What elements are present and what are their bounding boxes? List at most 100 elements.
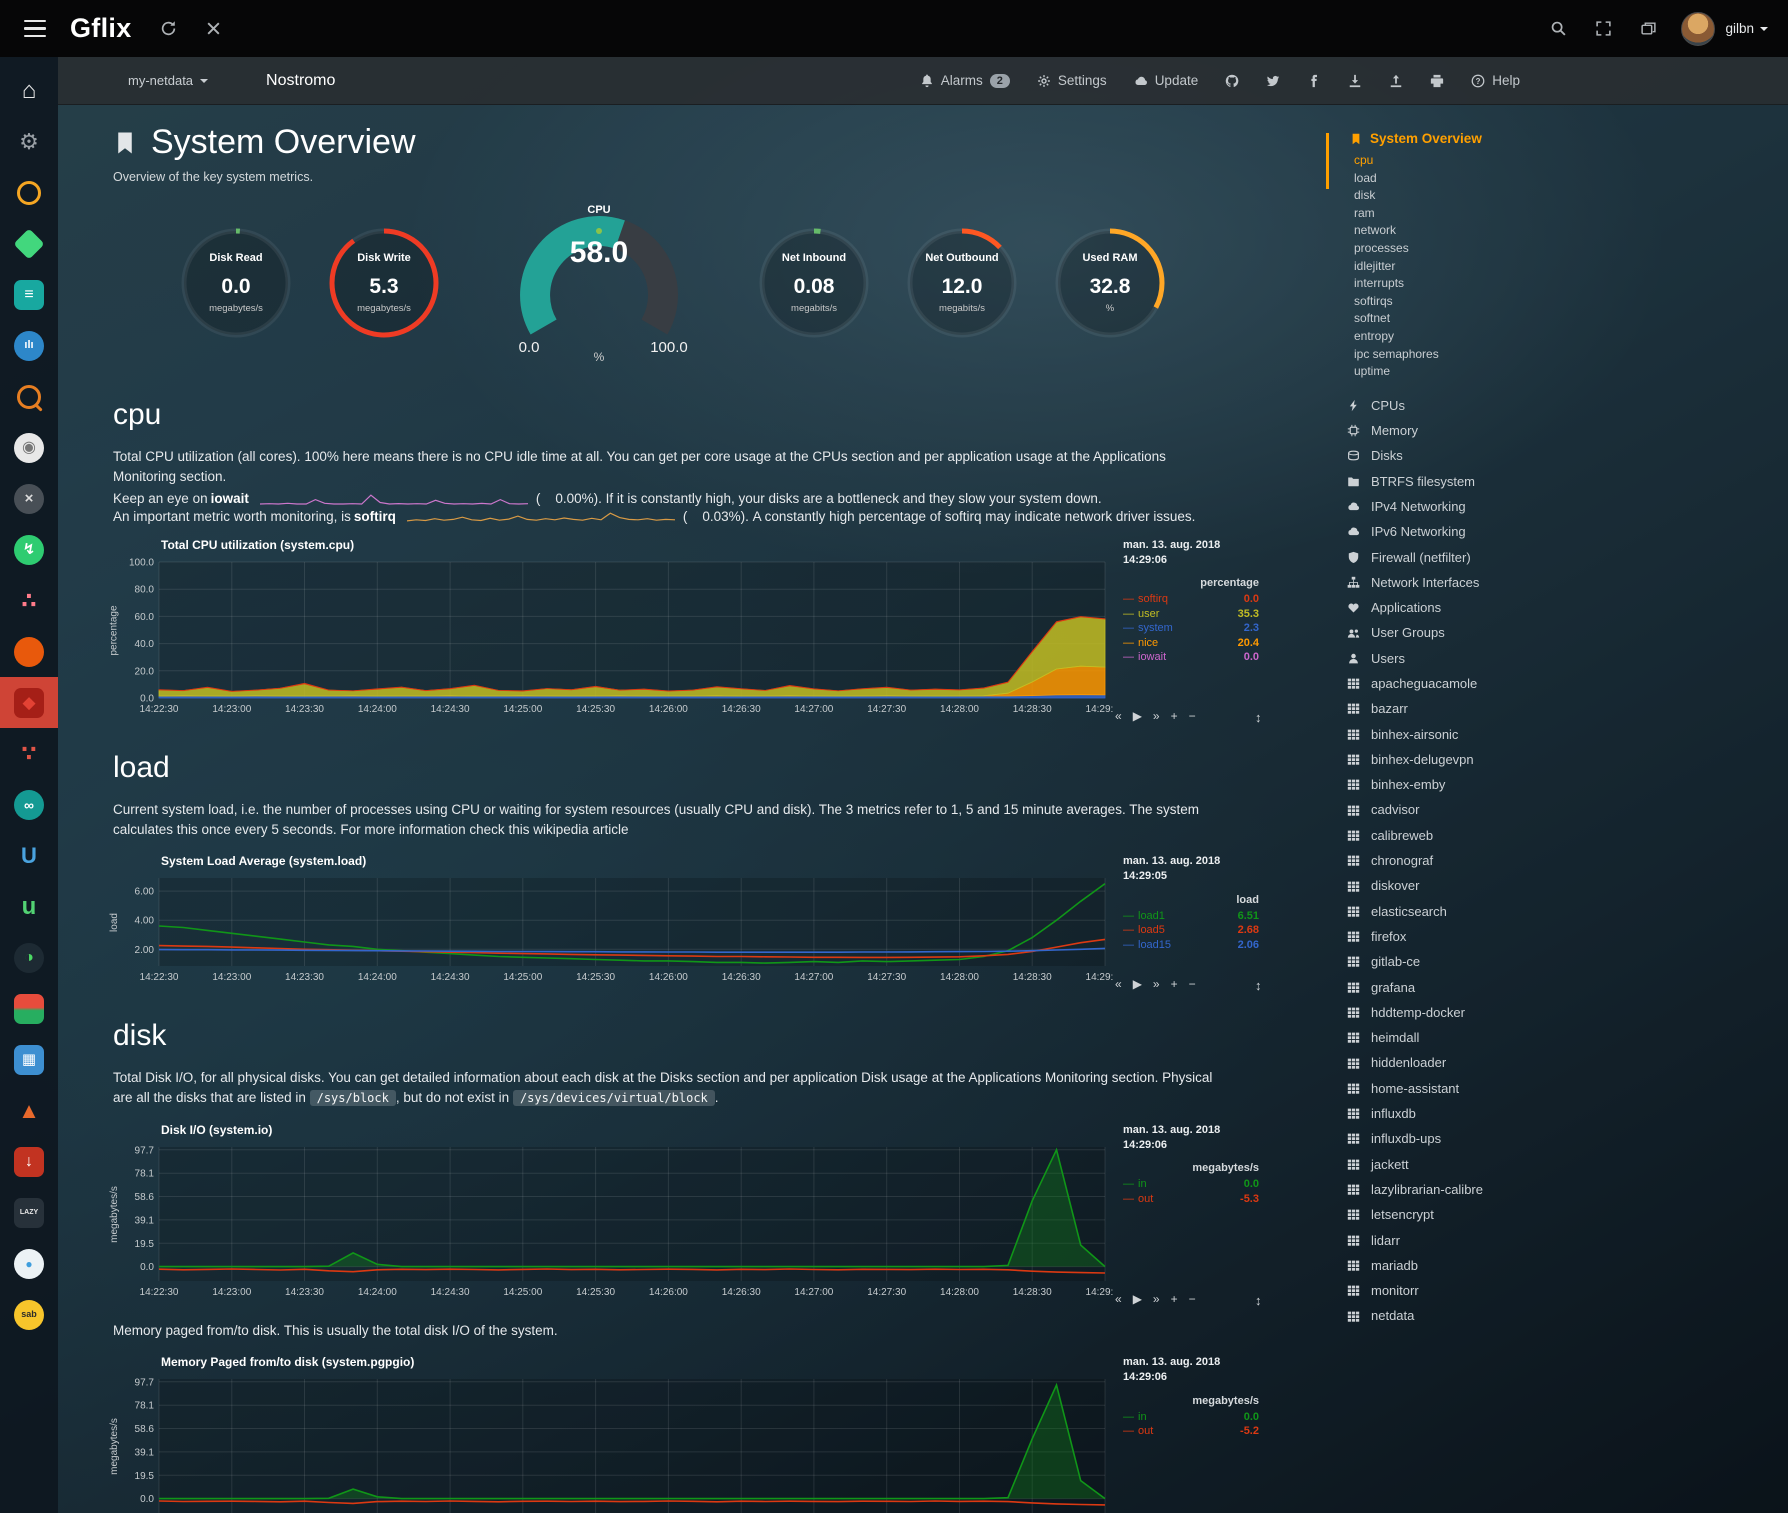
sidebar-app-lazylibrarian-calibre[interactable]: lazylibrarian-calibre — [1346, 1177, 1588, 1202]
sidebar-section-firewall-netfilter-[interactable]: Firewall (netfilter) — [1346, 545, 1588, 570]
sidebar-app-influxdb[interactable]: influxdb — [1346, 1101, 1588, 1126]
sidebar-app-app-19[interactable] — [0, 983, 58, 1034]
sidebar-app-apacheguacamole[interactable]: apacheguacamole — [1346, 671, 1588, 696]
chart-resize-handle[interactable]: ↕ — [1255, 978, 1262, 993]
sidebar-app-app-20[interactable]: ▦ — [0, 1034, 58, 1085]
sidebar-link-network[interactable]: network — [1354, 222, 1588, 240]
sidebar-app-chronograf[interactable]: chronograf — [1346, 848, 1588, 873]
tabs-icon[interactable] — [1640, 20, 1657, 37]
sidebar-section-users[interactable]: Users — [1346, 646, 1588, 671]
sidebar-link-softirqs[interactable]: softirqs — [1354, 293, 1588, 311]
sidebar-app-app-17[interactable]: u — [0, 881, 58, 932]
sidebar-section-network-interfaces[interactable]: Network Interfaces — [1346, 570, 1588, 595]
sidebar-app-binhex-airsonic[interactable]: binhex-airsonic — [1346, 722, 1588, 747]
sidebar-link-uptime[interactable]: uptime — [1354, 363, 1588, 381]
sidebar-app-app-25[interactable]: sab — [0, 1289, 58, 1340]
sidebar-app-netdata[interactable]: netdata — [1346, 1303, 1588, 1328]
legend-item-load1[interactable]: —load16.51 — [1123, 909, 1259, 924]
sidebar-section-cpus[interactable]: CPUs — [1346, 393, 1588, 418]
sidebar-app-app-05[interactable]: ≡ — [0, 269, 58, 320]
sidebar-app-grafana[interactable]: grafana — [1346, 975, 1588, 1000]
sidebar-app-app-10[interactable]: ↯ — [0, 524, 58, 575]
sidebar-app-app-16[interactable]: U — [0, 830, 58, 881]
nd-nav-help[interactable]: ?Help — [1471, 73, 1520, 88]
gauge-net-outbound[interactable]: Net Outbound12.0megabits/s — [898, 219, 1026, 352]
sidebar-app-monitorr[interactable]: monitorr — [1346, 1278, 1588, 1303]
sidebar-app-app-11[interactable]: ∴ — [0, 575, 58, 626]
sidebar-app-jackett[interactable]: jackett — [1346, 1152, 1588, 1177]
sidebar-app-mariadb[interactable]: mariadb — [1346, 1253, 1588, 1278]
sidebar-app-calibreweb[interactable]: calibreweb — [1346, 823, 1588, 848]
sidebar-section-ipv6-networking[interactable]: IPv6 Networking — [1346, 519, 1588, 544]
legend-item-system[interactable]: —system2.3 — [1123, 621, 1259, 636]
avatar[interactable] — [1681, 12, 1715, 46]
sidebar-link-disk[interactable]: disk — [1354, 187, 1588, 205]
legend-item-softirq[interactable]: —softirq0.0 — [1123, 592, 1259, 607]
legend-item-iowait[interactable]: —iowait0.0 — [1123, 650, 1259, 665]
user-menu[interactable]: gilbn — [1725, 21, 1768, 36]
sidebar-section-btrfs-filesystem[interactable]: BTRFS filesystem — [1346, 469, 1588, 494]
chart-resize-handle[interactable]: ↕ — [1255, 710, 1262, 725]
chart-resize-handle[interactable]: ↕ — [1255, 1293, 1262, 1308]
sidebar-app-diskover[interactable]: diskover — [1346, 873, 1588, 898]
sidebar-section-applications[interactable]: Applications — [1346, 595, 1588, 620]
sidebar-app-app-24[interactable]: ● — [0, 1238, 58, 1289]
legend-item-nice[interactable]: —nice20.4 — [1123, 636, 1259, 651]
sidebar-section-user-groups[interactable]: User Groups — [1346, 620, 1588, 645]
sidebar-link-idlejitter[interactable]: idlejitter — [1354, 258, 1588, 276]
sidebar-app-app-06[interactable]: ılı — [0, 320, 58, 371]
sidebar-app-firefox[interactable]: firefox — [1346, 924, 1588, 949]
sidebar-app-settings[interactable]: ⚙ — [0, 116, 58, 167]
legend-item-load5[interactable]: —load52.68 — [1123, 923, 1259, 938]
fullscreen-icon[interactable] — [1595, 20, 1612, 37]
sidebar-link-processes[interactable]: processes — [1354, 240, 1588, 258]
sidebar-app-app-13[interactable]: ◆ — [0, 677, 58, 728]
menu-toggle-button[interactable] — [24, 20, 46, 38]
nd-nav-twitter[interactable] — [1266, 74, 1280, 88]
chart-plot[interactable]: 0.019.539.158.678.197.714:22:3014:23:001… — [113, 1139, 1113, 1301]
sidebar-app-elasticsearch[interactable]: elasticsearch — [1346, 899, 1588, 924]
sidebar-app-hiddenloader[interactable]: hiddenloader — [1346, 1050, 1588, 1075]
chart-toolbar[interactable]: «▶»+− — [1115, 1292, 1196, 1306]
legend-item-out[interactable]: —out-5.2 — [1123, 1424, 1259, 1439]
refresh-icon[interactable] — [160, 20, 177, 37]
close-icon[interactable] — [205, 20, 222, 37]
sidebar-app-app-15[interactable]: ∞ — [0, 779, 58, 830]
sidebar-section-disks[interactable]: Disks — [1346, 443, 1588, 468]
sidebar-app-app-22[interactable]: ↓ — [0, 1136, 58, 1187]
sidebar-link-softnet[interactable]: softnet — [1354, 310, 1588, 328]
nd-nav-facebook[interactable] — [1307, 74, 1321, 88]
sidebar-app-cadvisor[interactable]: cadvisor — [1346, 797, 1588, 822]
sidebar-app-lidarr[interactable]: lidarr — [1346, 1228, 1588, 1253]
sidebar-app-bazarr[interactable]: bazarr — [1346, 696, 1588, 721]
sidebar-app-binhex-emby[interactable]: binhex-emby — [1346, 772, 1588, 797]
sidebar-app-app-12[interactable] — [0, 626, 58, 677]
gauge-used-ram[interactable]: Used RAM32.8% — [1046, 219, 1174, 352]
host-dropdown[interactable]: my-netdata — [128, 73, 208, 88]
legend-item-out[interactable]: —out-5.3 — [1123, 1192, 1259, 1207]
sidebar-app-app-23[interactable]: LAZY — [0, 1187, 58, 1238]
sidebar-app-letsencrypt[interactable]: letsencrypt — [1346, 1202, 1588, 1227]
sidebar-app-home[interactable]: ⌂ — [0, 65, 58, 116]
chart-plot[interactable]: 0.019.539.158.678.197.714:22:3014:23:001… — [113, 1371, 1113, 1513]
sidebar-app-app-07[interactable] — [0, 371, 58, 422]
nd-nav-settings[interactable]: Settings — [1037, 73, 1107, 88]
gauge-disk-read[interactable]: Disk Read0.0megabytes/s — [172, 219, 300, 352]
sidebar-section-system-overview[interactable]: System Overview — [1342, 131, 1588, 146]
sidebar-app-app-21[interactable]: ▲ — [0, 1085, 58, 1136]
sidebar-link-ipc-semaphores[interactable]: ipc semaphores — [1354, 346, 1588, 364]
chart-plot[interactable]: 2.004.006.0014:22:3014:23:0014:23:3014:2… — [113, 870, 1113, 986]
chart-toolbar[interactable]: «▶»+− — [1115, 709, 1196, 723]
sidebar-app-influxdb-ups[interactable]: influxdb-ups — [1346, 1126, 1588, 1151]
sidebar-app-binhex-delugevpn[interactable]: binhex-delugevpn — [1346, 747, 1588, 772]
gauge-disk-write[interactable]: Disk Write5.3megabytes/s — [320, 219, 448, 352]
sidebar-link-ram[interactable]: ram — [1354, 205, 1588, 223]
sidebar-app-app-08[interactable]: ◉ — [0, 422, 58, 473]
nd-nav-github[interactable] — [1225, 74, 1239, 88]
sidebar-app-hddtemp-docker[interactable]: hddtemp-docker — [1346, 1000, 1588, 1025]
sidebar-app-heimdall[interactable]: heimdall — [1346, 1025, 1588, 1050]
legend-item-user[interactable]: —user35.3 — [1123, 607, 1259, 622]
gauge-net-inbound[interactable]: Net Inbound0.08megabits/s — [750, 219, 878, 352]
wikipedia-link[interactable]: this wikipedia article — [508, 822, 628, 837]
nd-nav-upload[interactable] — [1389, 74, 1403, 88]
